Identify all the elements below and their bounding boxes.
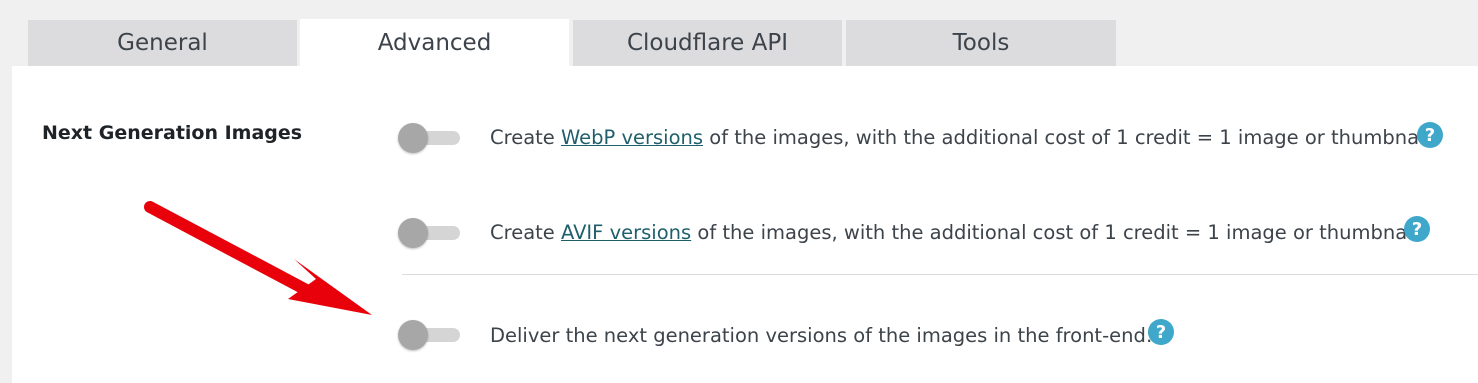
arrow-shaft bbox=[144, 201, 318, 299]
tab-advanced[interactable]: Advanced bbox=[300, 19, 569, 67]
tab-general-label: General bbox=[117, 30, 208, 56]
avif-toggle[interactable] bbox=[398, 216, 462, 250]
avif-help-glyph: ? bbox=[1411, 218, 1423, 240]
avif-option-text: Create AVIF versions of the images, with… bbox=[490, 221, 1424, 244]
webp-help-icon[interactable]: ? bbox=[1417, 122, 1443, 148]
deliver-toggle[interactable] bbox=[398, 318, 462, 352]
webp-toggle[interactable] bbox=[398, 121, 462, 155]
tab-tools-label: Tools bbox=[952, 30, 1010, 56]
deliver-help-icon[interactable]: ? bbox=[1148, 319, 1174, 345]
toggle-knob bbox=[398, 320, 428, 350]
webp-option-suffix: of the images, with the additional cost … bbox=[703, 126, 1437, 149]
tab-cloudflare-api[interactable]: Cloudflare API bbox=[573, 20, 842, 66]
deliver-help-glyph: ? bbox=[1155, 321, 1167, 343]
tab-advanced-label: Advanced bbox=[377, 30, 492, 56]
avif-option-prefix: Create bbox=[490, 221, 561, 244]
tab-general[interactable]: General bbox=[28, 20, 297, 66]
section-title: Next Generation Images bbox=[42, 122, 303, 144]
webp-help-glyph: ? bbox=[1424, 124, 1436, 146]
toggle-knob bbox=[398, 218, 428, 248]
section-divider bbox=[402, 274, 1478, 275]
webp-option-prefix: Create bbox=[490, 126, 561, 149]
red-arrow-annotation-icon bbox=[144, 201, 372, 315]
tab-tools[interactable]: Tools bbox=[846, 20, 1116, 66]
webp-option-text: Create WebP versions of the images, with… bbox=[490, 126, 1436, 149]
webp-versions-link[interactable]: WebP versions bbox=[561, 126, 703, 149]
deliver-option-text: Deliver the next generation versions of … bbox=[490, 324, 1153, 347]
tab-cloudflare-api-label: Cloudflare API bbox=[626, 30, 789, 56]
avif-option-suffix: of the images, with the additional cost … bbox=[691, 221, 1425, 244]
toggle-knob bbox=[398, 123, 428, 153]
avif-help-icon[interactable]: ? bbox=[1404, 216, 1430, 242]
avif-versions-link[interactable]: AVIF versions bbox=[561, 221, 691, 244]
settings-tabs: General Advanced Cloudflare API Tools bbox=[0, 0, 1478, 67]
